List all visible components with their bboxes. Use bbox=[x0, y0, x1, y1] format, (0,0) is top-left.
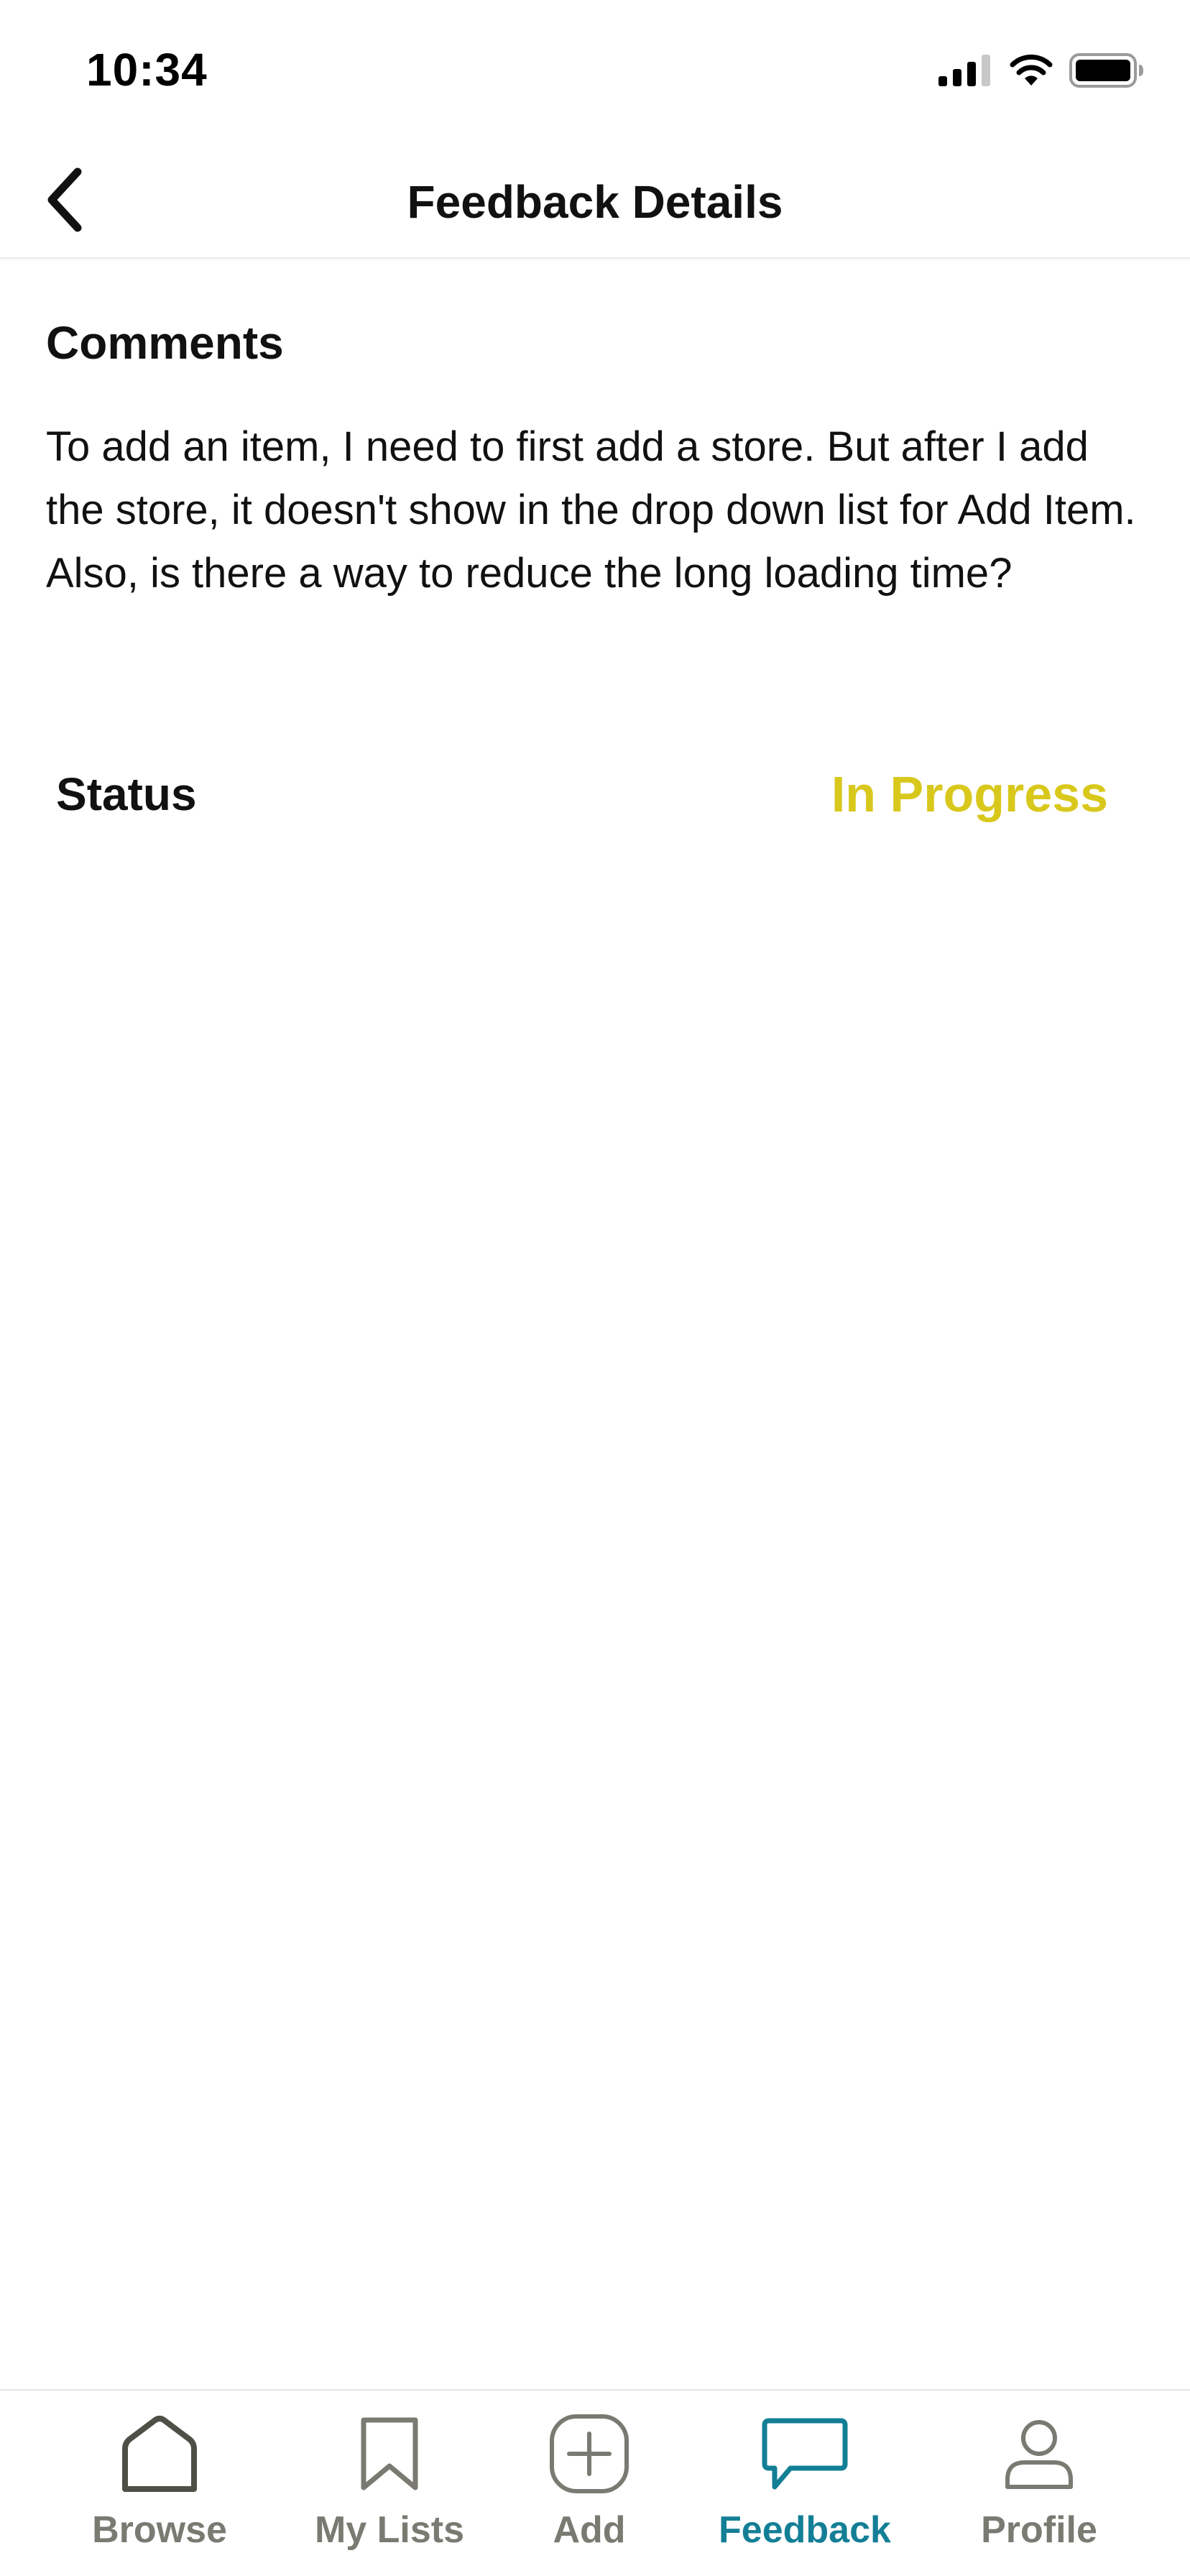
tab-label: My Lists bbox=[314, 2509, 465, 2551]
chat-bubble-icon bbox=[760, 2411, 849, 2497]
page-title: Feedback Details bbox=[407, 176, 783, 228]
status-bar: 10:34 bbox=[0, 0, 1190, 144]
tab-my-lists[interactable]: My Lists bbox=[282, 2411, 497, 2554]
home-icon bbox=[119, 2411, 200, 2497]
feedback-details-screen: 10:34 Feedback Details Comments To add a… bbox=[0, 0, 1190, 2576]
user-icon bbox=[1003, 2411, 1075, 2497]
comments-heading: Comments bbox=[46, 317, 284, 369]
cellular-signal-icon bbox=[938, 54, 993, 90]
feedback-content: Comments To add an item, I need to first… bbox=[46, 316, 1153, 605]
plus-square-icon bbox=[549, 2411, 629, 2497]
status-row: Status In Progress bbox=[56, 762, 1108, 827]
tab-browse[interactable]: Browse bbox=[52, 2411, 267, 2554]
tab-label: Feedback bbox=[719, 2509, 891, 2551]
comments-text: To add an item, I need to first add a st… bbox=[46, 423, 1136, 597]
tab-add[interactable]: Add bbox=[481, 2411, 697, 2554]
battery-icon bbox=[1069, 52, 1144, 91]
status-icons bbox=[938, 52, 1144, 92]
status-value: In Progress bbox=[831, 766, 1108, 822]
tab-label: Profile bbox=[981, 2509, 1097, 2551]
status-label: Status bbox=[56, 768, 197, 820]
tab-label: Add bbox=[553, 2509, 626, 2551]
tab-feedback[interactable]: Feedback bbox=[697, 2411, 913, 2554]
tab-bar: Browse My Lists Add Feedback Profile bbox=[0, 2389, 1190, 2576]
tab-profile[interactable]: Profile bbox=[931, 2411, 1147, 2554]
wifi-icon bbox=[1009, 54, 1053, 91]
nav-bar: Feedback Details bbox=[0, 144, 1190, 259]
tab-label: Browse bbox=[92, 2509, 227, 2551]
bookmark-icon bbox=[359, 2411, 420, 2497]
status-time: 10:34 bbox=[86, 44, 208, 96]
